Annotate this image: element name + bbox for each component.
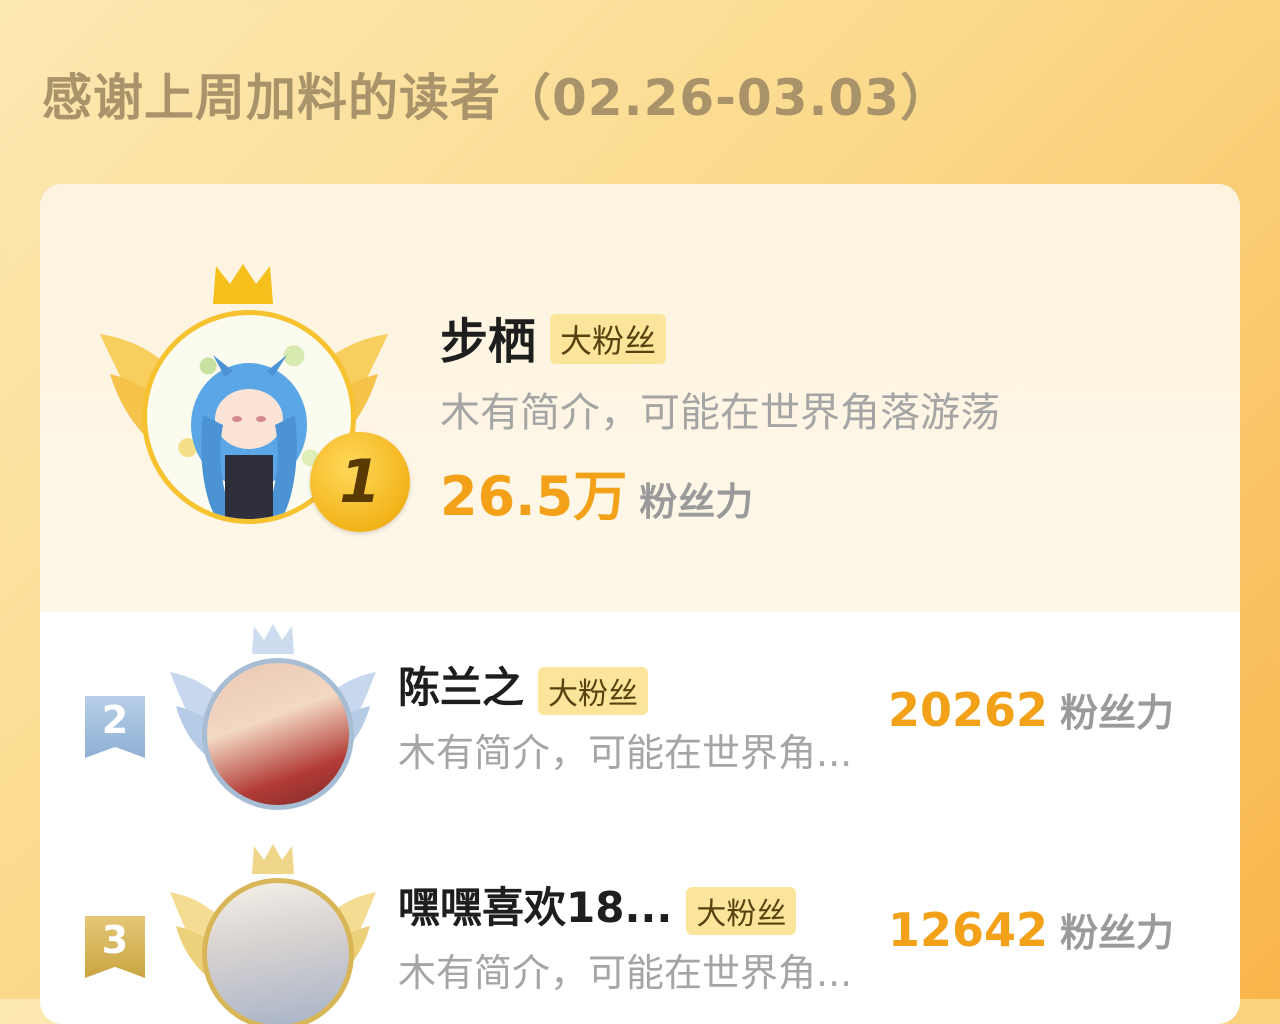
reader-fan-power: 12642 粉丝力 — [888, 902, 1174, 957]
reader-name[interactable]: 嘿嘿喜欢18... — [398, 883, 672, 932]
reader-ranking-card: 1 步栖 大粉丝 木有简介，可能在世界角落游荡 26.5万 粉丝力 2 陈兰之 大粉… — [40, 184, 1240, 1024]
fan-power-label: 粉丝力 — [1060, 911, 1175, 955]
fan-power-value: 12642 — [888, 903, 1049, 957]
top-reader-fan-tag: 大粉丝 — [550, 314, 667, 364]
top-reader-name[interactable]: 步栖 — [440, 302, 536, 372]
reader-fan-tag: 大粉丝 — [686, 886, 797, 935]
reader-name-group[interactable]: 陈兰之 大粉丝 — [398, 654, 649, 715]
reader-avatar[interactable] — [202, 878, 354, 1024]
reader-avatar-group[interactable] — [168, 844, 378, 1024]
fan-power-value: 20262 — [888, 683, 1049, 737]
reader-fan-tag: 大粉丝 — [538, 666, 649, 715]
top-reader-avatar-group[interactable]: 1 — [98, 262, 410, 532]
reader-row[interactable]: 3 嘿嘿喜欢18... 大粉丝 木有简介，可能在世界角... 12642 粉丝力 — [40, 844, 1240, 1024]
top-reader-description: 木有简介，可能在世界角落游荡 — [440, 390, 1000, 436]
fan-power-label: 粉丝力 — [1060, 691, 1175, 735]
reader-fan-power: 20262 粉丝力 — [888, 682, 1174, 737]
rank-1-medal: 1 — [310, 432, 410, 532]
reader-row[interactable]: 2 陈兰之 大粉丝 木有简介，可能在世界角... 20262 粉丝力 — [40, 624, 1240, 824]
reader-name[interactable]: 陈兰之 — [398, 663, 524, 712]
reader-avatar[interactable] — [202, 658, 354, 810]
reader-description: 木有简介，可能在世界角... — [398, 731, 853, 775]
reader-description: 木有简介，可能在世界角... — [398, 951, 853, 995]
reader-name-group[interactable]: 嘿嘿喜欢18... 大粉丝 — [398, 874, 797, 935]
rank-flag: 2 — [85, 696, 145, 758]
reader-avatar-group[interactable] — [168, 624, 378, 824]
fan-power-label: 粉丝力 — [639, 480, 754, 524]
top-reader-section[interactable]: 1 步栖 大粉丝 木有简介，可能在世界角落游荡 26.5万 粉丝力 — [40, 184, 1240, 612]
page-title: 感谢上周加料的读者（02.26-03.03） — [42, 69, 952, 127]
rank-flag: 3 — [85, 916, 145, 978]
fan-power-value: 26.5万 — [440, 465, 628, 528]
top-reader-fan-power: 26.5万 粉丝力 — [440, 452, 753, 531]
